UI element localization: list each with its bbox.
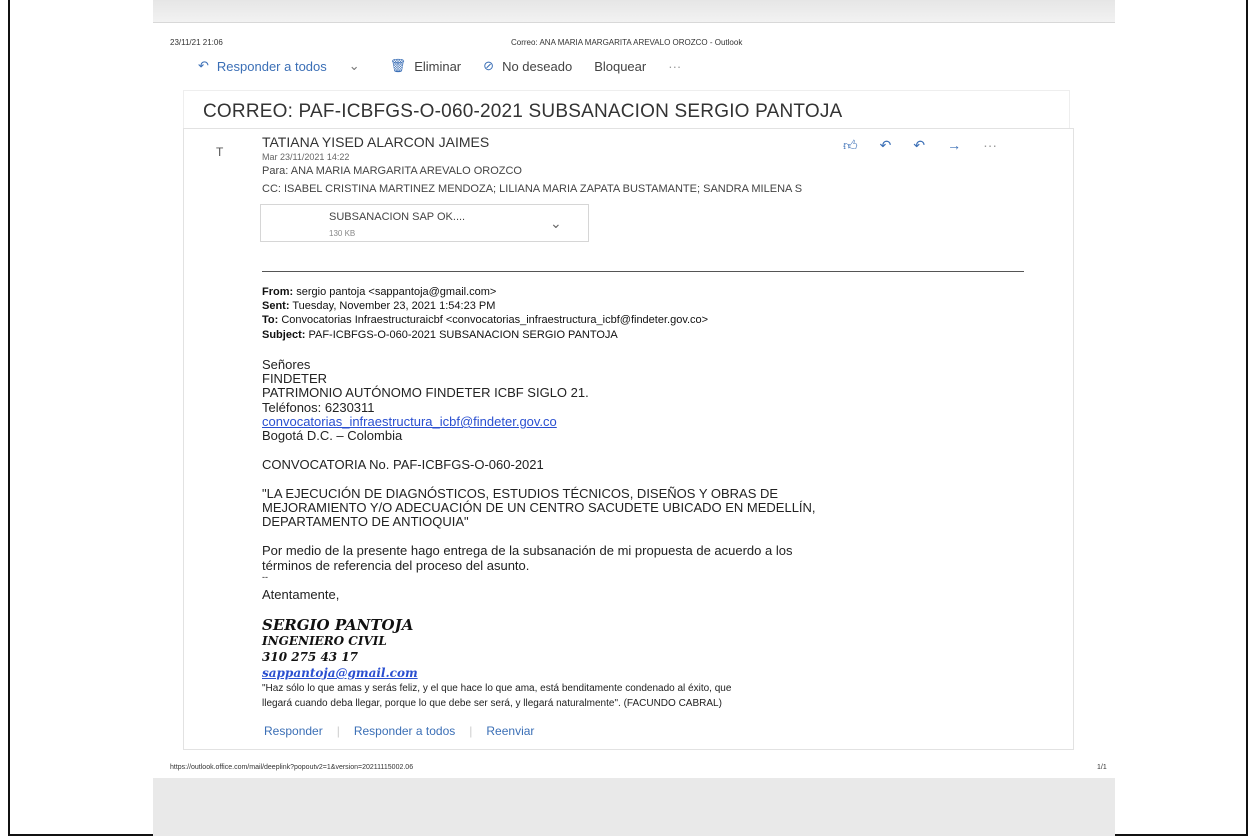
message-date: Mar 23/11/2021 14:22	[262, 152, 350, 162]
signature-email[interactable]: sappantoja@gmail.com	[262, 666, 418, 680]
block-icon: ⊘	[483, 58, 495, 73]
reply-all-button[interactable]: ↶ Responder a todos ⌄	[198, 58, 368, 74]
reply-link[interactable]: Responder	[264, 724, 323, 738]
org-line-2: PATRIMONIO AUTÓNOMO FINDETER ICBF SIGLO …	[262, 385, 589, 400]
to-line: Para: ANA MARIA MARGARITA AREVALO OROZCO	[262, 165, 522, 177]
reply-all-link[interactable]: Responder a todos	[354, 724, 455, 738]
quote-line-1: "Haz sólo lo que amas y serás feliz, y e…	[262, 683, 732, 694]
reply-all-label: Responder a todos	[216, 58, 327, 74]
attachment-name: SUBSANACION SAP OK....	[329, 211, 466, 223]
cc-line: CC: ISABEL CRISTINA MARTINEZ MENDOZA; LI…	[262, 183, 803, 195]
divider	[262, 271, 1024, 272]
city-line: Bogotá D.C. – Colombia	[262, 428, 403, 443]
separator: |	[469, 724, 473, 738]
email-subject: CORREO: PAF-ICBFGS-O-060-2021 SUBSANACIO…	[203, 101, 843, 122]
signature-role: INGENIERO CIVIL	[262, 634, 387, 648]
message-actions: 👍︎ ↶ ↶ → ···	[843, 137, 1019, 154]
forward-link[interactable]: Reenviar	[486, 724, 534, 738]
toolbar: ↶ Responder a todos ⌄ 🗑 Eliminar ⊘ No de…	[198, 56, 703, 76]
top-strip	[153, 0, 1115, 23]
salutation: Señores	[262, 357, 311, 372]
fwd-subject: Subject: PAF-ICBFGS-O-060-2021 SUBSANACI…	[262, 329, 618, 341]
org-line-1: FINDETER	[262, 371, 327, 386]
bottom-strip	[153, 778, 1115, 836]
page-number: 1/1	[1097, 764, 1107, 771]
separator: |	[336, 724, 340, 738]
attachment[interactable]: SUBSANACION SAP OK.... 130 KB ⌄	[260, 204, 589, 242]
like-icon[interactable]: 👍︎	[843, 137, 858, 154]
fwd-to: To: Convocatorias Infraestructuraicbf <c…	[262, 314, 709, 326]
phone-line: Teléfonos: 6230311	[262, 400, 375, 415]
delete-label: Eliminar	[414, 58, 462, 74]
project-line-1: "LA EJECUCIÓN DE DIAGNÓSTICOS, ESTUDIOS …	[262, 486, 779, 501]
sig-separator: --	[262, 572, 268, 582]
print-title: Correo: ANA MARIA MARGARITA AREVALO OROZ…	[511, 38, 743, 47]
fwd-sent: Sent: Tuesday, November 23, 2021 1:54:23…	[262, 300, 496, 312]
convocatoria-line: CONVOCATORIA No. PAF-ICBFGS-O-060-2021	[262, 457, 544, 472]
more-label: ···	[668, 58, 682, 74]
subject-bar: CORREO: PAF-ICBFGS-O-060-2021 SUBSANACIO…	[183, 90, 1070, 128]
reply-icon[interactable]: ↶	[880, 137, 892, 154]
block-label: Bloquear	[594, 58, 647, 74]
junk-label: No deseado	[502, 58, 573, 74]
junk-button[interactable]: ⊘ No deseado	[483, 58, 572, 74]
sender-name[interactable]: TATIANA YISED ALARCON JAIMES	[262, 134, 489, 150]
paragraph-line-2: términos de referencia del proceso del a…	[262, 558, 530, 573]
avatar: T	[216, 145, 224, 159]
delete-button[interactable]: 🗑 Eliminar	[390, 58, 461, 74]
reply-all-icon[interactable]: ↶	[913, 137, 925, 154]
print-url: https://outlook.office.com/mail/deeplink…	[170, 764, 414, 771]
trash-icon: 🗑	[389, 58, 407, 73]
footer-actions: Responder | Responder a todos | Reenviar	[264, 724, 534, 738]
paragraph-line-1: Por medio de la presente hago entrega de…	[262, 543, 793, 558]
forward-icon[interactable]: →	[947, 137, 961, 154]
chevron-down-icon[interactable]: ⌄	[550, 215, 562, 232]
chevron-down-icon[interactable]: ⌄	[349, 58, 360, 74]
print-datetime: 23/11/21 21:06	[170, 38, 223, 47]
attachment-size: 130 KB	[329, 229, 356, 238]
signature-name: SERGIO PANTOJA	[262, 616, 414, 634]
project-line-2: MEJORAMIENTO Y/O ADECUACIÓN DE UN CENTRO…	[262, 500, 816, 515]
email-link[interactable]: convocatorias_infraestructura_icbf@finde…	[262, 414, 557, 429]
more-button[interactable]: ···	[668, 59, 681, 74]
closing: Atentamente,	[262, 587, 340, 602]
fwd-from: From: sergio pantoja <sappantoja@gmail.c…	[262, 286, 497, 298]
quote-line-2: llegará cuando deba llegar, porque lo qu…	[262, 698, 722, 709]
block-button[interactable]: Bloquear	[594, 59, 646, 74]
more-options-icon[interactable]: ···	[983, 137, 997, 154]
reply-all-icon: ↶	[198, 58, 209, 73]
signature-phone: 310 275 43 17	[262, 650, 359, 664]
project-line-3: DEPARTAMENTO DE ANTIOQUIA"	[262, 514, 469, 529]
